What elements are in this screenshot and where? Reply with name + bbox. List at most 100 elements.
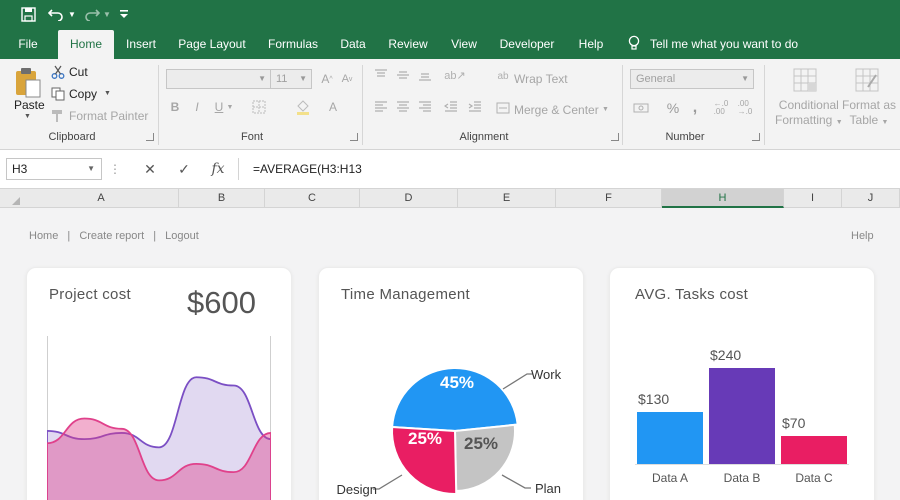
bar-value-label: $130 [638,391,669,407]
paste-dropdown-icon[interactable]: ▼ [24,113,31,120]
column-header[interactable]: J [842,189,900,208]
decrease-decimal-icon[interactable]: .00 →.0 [736,99,754,117]
number-format-value: General [636,73,676,85]
nav-logout-link[interactable]: Logout [165,230,199,242]
tab-file[interactable]: File [6,30,50,59]
number-format-select[interactable]: General ▼ [630,69,754,89]
format-painter-icon[interactable] [50,108,66,124]
formula-input[interactable]: =AVERAGE(H3:H13 [238,158,900,180]
number-group-label: Number [665,131,705,143]
orientation-icon[interactable]: ab↗ [442,67,468,83]
align-top-icon[interactable] [372,67,390,83]
format-as-table-label: Format as [842,98,897,112]
font-size-select[interactable]: 11 ▼ [270,69,312,89]
borders-icon[interactable] [248,97,270,117]
merge-center-icon[interactable] [496,101,510,115]
project-cost-card: Project cost $600 [26,267,292,500]
tab-home[interactable]: Home [58,30,114,59]
paste-button[interactable]: Paste [14,98,45,112]
conditional-formatting-button[interactable]: Conditional Formatting ▼ [775,98,843,130]
fill-color-icon[interactable] [292,97,314,117]
insert-function-icon[interactable]: fx [204,159,232,179]
increase-decimal-icon[interactable]: ←.0.00 [712,99,730,117]
bar-value-label: $70 [782,415,806,431]
cut-button[interactable]: Cut [69,65,88,79]
format-as-table-icon[interactable] [852,65,882,95]
font-color-icon[interactable]: A [322,97,344,117]
enter-icon[interactable]: ✓ [170,159,198,179]
tab-review[interactable]: Review [382,30,434,59]
pie-slice-label: 25% [464,434,498,453]
tab-formulas[interactable]: Formulas [262,30,324,59]
number-launcher-icon[interactable] [752,133,760,141]
tab-developer[interactable]: Developer [494,30,560,59]
column-header[interactable]: D [360,189,458,208]
align-bottom-icon[interactable] [416,67,434,83]
column-header[interactable]: A [24,189,179,208]
merge-dropdown-icon[interactable]: ▼ [602,106,609,113]
italic-icon[interactable]: I [188,97,206,117]
increase-indent-icon[interactable] [466,99,484,115]
conditional-formatting-label-2: Formatting [775,113,833,127]
tell-me-search[interactable]: Tell me what you want to do [628,30,798,59]
format-painter-button[interactable]: Format Painter [69,109,148,123]
align-left-icon[interactable] [372,99,390,115]
clipboard-launcher-icon[interactable] [146,133,154,141]
font-name-select[interactable]: ▼ [166,69,271,89]
column-header[interactable]: I [784,189,842,208]
nav-separator: | [153,230,157,242]
bar-category-label: Data A [652,471,688,485]
merge-center-button[interactable]: Merge & Center [514,103,599,117]
breadcrumb: Home | Create report | Logout [29,230,205,242]
save-icon[interactable] [18,4,38,24]
name-box[interactable]: H3 ▼ [6,158,102,180]
wrap-text-icon[interactable]: ab [496,69,510,83]
underline-dropdown-icon[interactable]: ▼ [226,97,234,117]
tab-view[interactable]: View [444,30,484,59]
column-header-selected[interactable]: H [662,189,784,208]
decrease-font-icon[interactable]: Av [338,69,356,89]
tab-insert[interactable]: Insert [118,30,164,59]
align-middle-icon[interactable] [394,67,412,83]
column-header[interactable]: B [179,189,265,208]
bar-data-a [637,412,703,464]
undo-dropdown-icon[interactable]: ▼ [62,4,82,24]
format-as-table-button[interactable]: Format as Table ▼ [842,98,896,130]
comma-style-icon[interactable]: , [688,99,702,117]
pie-leader-line [501,474,531,489]
align-right-icon[interactable] [416,99,434,115]
nav-home-link[interactable]: Home [29,230,58,242]
conditional-formatting-icon[interactable] [790,65,820,95]
currency-icon[interactable] [630,99,652,117]
column-headers: A B C D E F H I J [0,188,900,208]
column-header[interactable]: C [265,189,360,208]
pie-category-label: Design [337,482,377,497]
alignment-launcher-icon[interactable] [611,133,619,141]
decrease-indent-icon[interactable] [442,99,460,115]
increase-font-icon[interactable]: A ^ [318,69,336,89]
copy-button[interactable]: Copy [69,87,97,101]
tab-help[interactable]: Help [570,30,612,59]
copy-icon[interactable] [50,86,66,102]
percent-icon[interactable]: % [664,99,682,117]
nav-create-report-link[interactable]: Create report [79,230,144,242]
column-header[interactable]: E [458,189,556,208]
cancel-icon[interactable]: ✕ [136,159,164,179]
align-center-icon[interactable] [394,99,412,115]
tab-data[interactable]: Data [334,30,372,59]
cut-icon[interactable] [50,64,66,80]
select-all-button[interactable] [0,189,24,208]
tab-page-layout[interactable]: Page Layout [172,30,252,59]
help-link[interactable]: Help [851,230,874,242]
copy-dropdown-icon[interactable]: ▼ [104,90,111,97]
more-options-icon[interactable]: ⋮ [104,159,126,179]
tasks-cost-card: AVG. Tasks cost $130 Data A $240 Data B $70 D… [609,267,875,500]
customize-icon[interactable] [114,4,134,24]
column-header[interactable]: F [556,189,662,208]
bold-icon[interactable]: B [166,97,184,117]
font-launcher-icon[interactable] [350,133,358,141]
ribbon-home: Paste ▼ Cut Copy ▼ Format Painter Clipbo… [0,59,900,150]
chevron-down-icon: ▼ [741,74,749,83]
paste-icon[interactable] [12,65,44,99]
wrap-text-button[interactable]: Wrap Text [514,72,568,86]
